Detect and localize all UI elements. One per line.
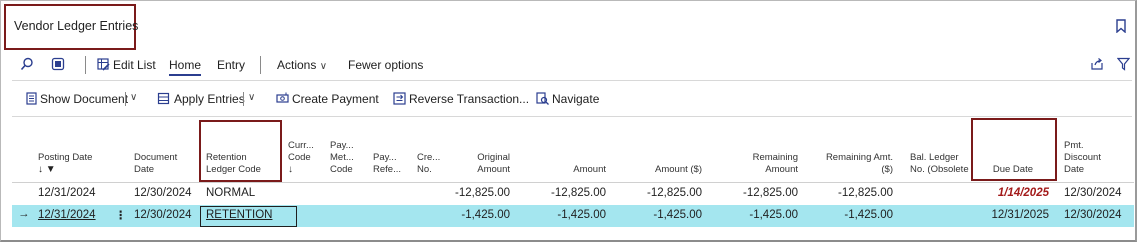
cell-amount[interactable]: -12,825.00 xyxy=(520,187,606,199)
separator xyxy=(260,56,261,74)
cell-amount[interactable]: -1,425.00 xyxy=(520,209,606,221)
cell-document-date[interactable]: 12/30/2024 xyxy=(134,209,192,221)
cell-due-date[interactable]: 12/31/2025 xyxy=(975,209,1049,221)
cell-due-date-overdue[interactable]: 1/14/2025 xyxy=(975,187,1049,199)
row-more-options-icon[interactable]: ⋮ xyxy=(115,208,127,222)
col-header-remaining-amt-lcy[interactable]: Remaining Amt. ($) xyxy=(800,152,893,176)
filter-icon[interactable] xyxy=(1117,57,1130,71)
separator xyxy=(243,92,244,106)
col-header-due-date[interactable]: Due Date xyxy=(975,164,1033,176)
command-bar: Show Document ∨ Apply Entries ∨ Create P… xyxy=(0,88,1135,110)
cell-posting-date[interactable]: 12/31/2024 xyxy=(38,209,96,221)
cell-posting-date[interactable]: 12/31/2024 xyxy=(38,187,96,199)
create-payment-icon xyxy=(276,92,289,103)
page-title: Vendor Ledger Entries xyxy=(14,19,139,33)
row-selected-arrow-icon: → xyxy=(18,208,30,220)
navigate-icon xyxy=(536,92,549,105)
edit-list-icon xyxy=(97,58,110,71)
col-header-document-date[interactable]: Document Date xyxy=(134,152,177,176)
chevron-down-icon[interactable]: ∨ xyxy=(248,92,255,103)
sort-filter-icon: ↓ ▼ xyxy=(38,164,56,175)
divider xyxy=(12,116,1132,117)
header-divider xyxy=(12,182,1134,183)
edit-list-button[interactable]: Edit List xyxy=(113,58,156,72)
cell-retention-ledger-code[interactable]: NORMAL xyxy=(206,187,255,199)
document-icon xyxy=(26,92,37,105)
col-header-original-amount[interactable]: Original Amount xyxy=(440,152,510,176)
cell-amount-lcy[interactable]: -1,425.00 xyxy=(620,209,702,221)
divider xyxy=(12,80,1132,81)
cell-remaining-amt-lcy[interactable]: -1,425.00 xyxy=(800,209,893,221)
col-header-currency-code[interactable]: Curr... Code ↓ xyxy=(288,140,314,176)
separator xyxy=(125,92,126,106)
reverse-transaction-button[interactable]: Reverse Transaction... xyxy=(409,92,529,106)
col-header-amount[interactable]: Amount xyxy=(540,164,606,176)
cell-pmt-discount-date[interactable]: 12/30/2024 xyxy=(1064,209,1122,221)
col-header-pmt-discount-date[interactable]: Pmt. Discount Date xyxy=(1064,140,1101,176)
cell-pmt-discount-date[interactable]: 12/30/2024 xyxy=(1064,187,1122,199)
col-header-amount-lcy[interactable]: Amount ($) xyxy=(620,164,702,176)
apply-entries-icon xyxy=(157,92,170,105)
cell-remaining-amount[interactable]: -1,425.00 xyxy=(715,209,798,221)
search-icon[interactable] xyxy=(20,57,34,71)
sort-down-icon: ↓ xyxy=(288,164,293,175)
navigate-button[interactable]: Navigate xyxy=(552,92,599,106)
col-header-remaining-amount[interactable]: Remaining Amount xyxy=(720,152,798,176)
action-bar: Edit List Home Entry Actions ∨ Fewer opt… xyxy=(0,54,1135,76)
col-header-bal-ledger-no[interactable]: Bal. Ledger No. (Obsolete xyxy=(910,152,972,176)
tab-home[interactable]: Home xyxy=(169,58,202,76)
cell-remaining-amt-lcy[interactable]: -12,825.00 xyxy=(800,187,893,199)
chevron-down-icon[interactable]: ∨ xyxy=(130,92,137,103)
cell-document-date[interactable]: 12/30/2024 xyxy=(134,187,192,199)
cell-remaining-amount[interactable]: -12,825.00 xyxy=(715,187,798,199)
actions-menu-button[interactable]: Actions ∨ xyxy=(277,58,327,72)
separator xyxy=(85,56,86,74)
cell-amount-lcy[interactable]: -12,825.00 xyxy=(620,187,702,199)
share-icon[interactable] xyxy=(1090,57,1104,71)
show-document-button[interactable]: Show Document xyxy=(40,92,128,106)
tab-entry[interactable]: Entry xyxy=(217,58,245,72)
col-header-retention-ledger-code[interactable]: Retention Ledger Code xyxy=(206,152,261,176)
cell-original-amount[interactable]: -12,825.00 xyxy=(440,187,510,199)
cell-original-amount[interactable]: -1,425.00 xyxy=(440,209,510,221)
cell-retention-ledger-code[interactable]: RETENTION xyxy=(206,209,272,221)
fewer-options-button[interactable]: Fewer options xyxy=(348,58,423,72)
apply-entries-button[interactable]: Apply Entries xyxy=(174,92,245,106)
reverse-transaction-icon xyxy=(393,92,406,105)
col-header-creditor-no[interactable]: Cre... No. xyxy=(417,152,440,176)
actions-label: Actions xyxy=(277,58,317,72)
col-header-payment-reference[interactable]: Pay... Refe... xyxy=(373,152,401,176)
chevron-down-icon: ∨ xyxy=(319,61,328,72)
filter-pane-icon[interactable] xyxy=(51,57,65,71)
bookmark-icon[interactable] xyxy=(1115,19,1127,33)
col-header-payment-method-code[interactable]: Pay... Met... Code xyxy=(330,140,354,176)
create-payment-button[interactable]: Create Payment xyxy=(292,92,379,106)
col-header-posting-date[interactable]: Posting Date ↓ ▼ xyxy=(38,152,92,176)
